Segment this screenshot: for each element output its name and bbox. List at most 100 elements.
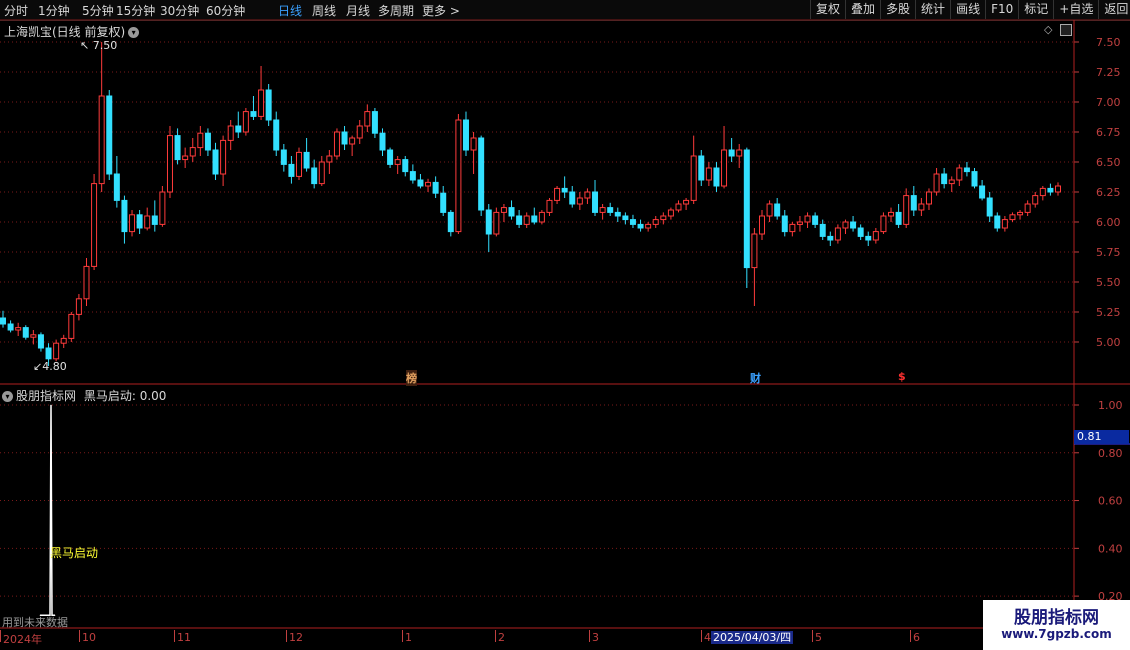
y-tick-label-5: 6.25 <box>1096 186 1121 199</box>
candle-body-46 <box>349 137 356 145</box>
chevron-down-icon[interactable]: ▾ <box>2 391 13 402</box>
candle-body-13 <box>98 95 105 185</box>
ind-y-tick-label-2: 0.60 <box>1098 495 1123 508</box>
candle-body-21 <box>159 191 166 225</box>
candle-body-118 <box>895 211 902 225</box>
candle-body-73 <box>554 187 561 201</box>
candle-body-131 <box>994 215 1001 229</box>
candle-body-69 <box>523 215 530 225</box>
candle-body-10 <box>75 298 82 315</box>
candle-body-16 <box>121 199 128 233</box>
candle-body-123 <box>933 173 940 193</box>
ind-y-tick-label-4: 1.00 <box>1098 399 1123 412</box>
cursor-date-label: 2025/04/03/四 <box>711 631 794 644</box>
candle-body-86 <box>652 219 659 225</box>
candle-body-121 <box>918 203 925 211</box>
candle-body-18 <box>136 214 143 229</box>
candle-body-80 <box>607 207 614 213</box>
future-data-note: 用到未来数据 <box>2 616 68 629</box>
candle-body-50 <box>379 132 386 151</box>
candle-body-77 <box>584 191 591 199</box>
candle-body-139 <box>1055 185 1061 193</box>
candle-body-95 <box>721 149 728 187</box>
candle-body-79 <box>599 207 606 213</box>
candle-body-75 <box>569 191 576 205</box>
candle-body-71 <box>538 211 545 223</box>
date-axis: 2024年 10 11 12 1 2 3 4 5 6 <box>0 630 1075 646</box>
candle-body-30 <box>227 125 234 141</box>
candle-body-62 <box>470 137 477 151</box>
candle-body-55 <box>417 179 424 187</box>
dividend-marker[interactable]: $ <box>898 370 906 383</box>
candlestick-chart[interactable]: 5.00 5.25 5.50 5.75 6.00 6.25 6.50 6.75 7.00 7.25… <box>0 0 1130 650</box>
date-label-2: 11 <box>177 631 191 644</box>
indicator-series-label: 黑马启动: 0.00 <box>83 389 167 403</box>
candle-body-59 <box>447 211 454 233</box>
candle-body-97 <box>736 149 743 157</box>
y-tick-label-7: 6.75 <box>1096 126 1121 139</box>
candle-body-42 <box>318 161 325 185</box>
candle-body-33 <box>250 111 257 117</box>
candle-body-48 <box>364 111 371 127</box>
candle-body-0 <box>0 317 6 325</box>
rank-marker[interactable]: 榜 <box>406 370 417 386</box>
candle-body-4 <box>30 334 37 338</box>
candle-body-100 <box>758 215 765 235</box>
candle-body-103 <box>781 215 788 233</box>
y-tick-label-1: 5.25 <box>1096 306 1121 319</box>
candle-body-27 <box>204 132 211 151</box>
candle-body-92 <box>698 155 705 181</box>
candle-body-12 <box>91 183 98 267</box>
candle-body-65 <box>493 211 500 235</box>
candle-body-91 <box>690 155 697 201</box>
candle-body-43 <box>326 155 333 163</box>
date-tick-7 <box>701 630 702 642</box>
candle-body-68 <box>516 215 523 225</box>
candle-body-34 <box>258 89 265 117</box>
y-tick-label-2: 5.50 <box>1096 276 1121 289</box>
candle-body-114 <box>865 235 872 241</box>
candle-body-120 <box>910 195 917 211</box>
date-label-0: 2024年 <box>3 633 42 646</box>
candle-body-133 <box>1009 214 1016 221</box>
date-tick-1 <box>79 630 80 642</box>
candle-body-83 <box>629 219 636 225</box>
candle-body-28 <box>212 149 219 175</box>
candle-body-104 <box>789 223 796 233</box>
y-tick-label-4: 6.00 <box>1096 216 1121 229</box>
date-label-3: 12 <box>289 631 303 644</box>
candle-body-109 <box>827 235 834 241</box>
candle-body-70 <box>531 215 538 223</box>
candle-body-105 <box>796 221 803 225</box>
candle-body-6 <box>45 347 52 360</box>
date-tick-2 <box>174 630 175 642</box>
candle-body-96 <box>728 149 735 157</box>
candle-body-127 <box>963 167 970 173</box>
candle-body-84 <box>637 223 644 229</box>
date-label-6: 3 <box>592 631 599 644</box>
date-label-4: 1 <box>405 631 412 644</box>
candle-body-130 <box>986 197 993 217</box>
date-tick-9 <box>910 630 911 642</box>
candle-body-115 <box>872 231 879 241</box>
candle-body-14 <box>106 95 113 175</box>
candle-body-57 <box>432 181 439 194</box>
candle-body-119 <box>903 195 910 225</box>
candle-body-53 <box>402 159 409 173</box>
candle-body-44 <box>333 131 340 157</box>
candle-body-52 <box>394 159 401 165</box>
candle-body-129 <box>979 185 986 199</box>
date-label-9: 6 <box>913 631 920 644</box>
candle-body-49 <box>371 111 378 134</box>
candle-body-122 <box>925 191 932 205</box>
candle-body-26 <box>197 132 204 149</box>
candle-body-116 <box>880 215 887 233</box>
candle-body-93 <box>705 167 712 181</box>
date-tick-6 <box>589 630 590 642</box>
finance-marker[interactable]: 财 <box>750 370 761 386</box>
candle-body-98 <box>743 149 750 269</box>
y-tick-label-8: 7.00 <box>1096 96 1121 109</box>
candle-body-5 <box>37 334 44 349</box>
candle-body-60 <box>455 119 462 233</box>
candle-body-128 <box>971 171 978 187</box>
